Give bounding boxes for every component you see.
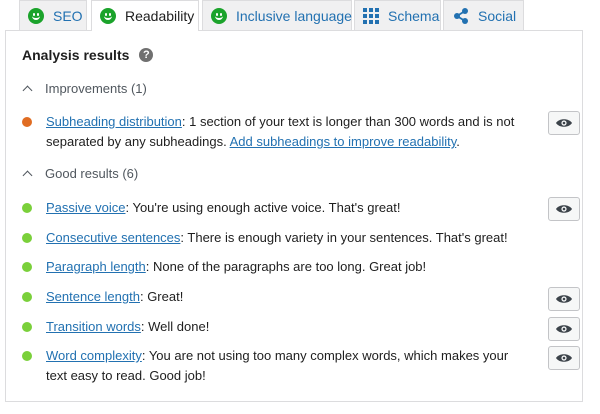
result-link[interactable]: Paragraph length [46, 259, 146, 274]
result-text: Subheading distribution: 1 section of yo… [46, 112, 532, 152]
result-description: : Well done! [140, 319, 210, 334]
tab-label: Readability [125, 8, 195, 24]
smiley-icon [28, 7, 44, 24]
result-text: Passive voice: You're using enough activ… [46, 198, 532, 218]
tab-bar: SEO Readability Inclusive language Schem… [0, 0, 600, 31]
green-bullet-icon [22, 262, 32, 272]
result-text: Consecutive sentences: There is enough v… [46, 228, 532, 248]
orange-bullet-icon [22, 117, 32, 127]
green-bullet-icon [22, 203, 32, 213]
eye-icon [556, 354, 572, 362]
result-link[interactable]: Consecutive sentences [46, 230, 180, 245]
result-link[interactable]: Transition words [46, 319, 141, 334]
green-bullet-icon [22, 351, 32, 361]
tab-schema[interactable]: Schema [354, 0, 441, 30]
highlight-button[interactable] [548, 197, 580, 221]
good-results-label: Good results (6) [45, 166, 139, 181]
result-text: Word complexity: You are not using too m… [46, 346, 532, 386]
result-link[interactable]: Sentence length [46, 289, 140, 304]
result-tail: . [456, 134, 460, 149]
result-subheading-distribution: Subheading distribution: 1 section of yo… [22, 112, 532, 152]
result-passive-voice: Passive voice: You're using enough activ… [22, 198, 532, 218]
result-paragraph-length: Paragraph length: None of the paragraphs… [22, 257, 532, 277]
eye-icon [556, 295, 572, 303]
chevron-up-icon [22, 170, 33, 180]
tab-label: Social [478, 7, 517, 24]
green-bullet-icon [22, 292, 32, 302]
result-sentence-length: Sentence length: Great! [22, 287, 532, 307]
result-description: : There is enough variety in your senten… [180, 230, 508, 245]
help-icon[interactable]: ? [139, 48, 154, 62]
result-text: Transition words: Well done! [46, 317, 532, 337]
add-subheadings-link[interactable]: Add subheadings to improve readability [230, 134, 457, 149]
result-link[interactable]: Subheading distribution [46, 114, 182, 129]
smiley-icon [100, 8, 116, 24]
highlight-button[interactable] [548, 287, 580, 311]
analysis-panel: Analysis results ? Improvements (1) Subh… [5, 30, 583, 402]
result-text: Paragraph length: None of the paragraphs… [46, 257, 532, 277]
tab-inclusive-language[interactable]: Inclusive language [202, 0, 352, 30]
good-results-toggle[interactable]: Good results (6) [22, 166, 138, 181]
result-transition-words: Transition words: Well done! [22, 317, 532, 337]
eye-icon [556, 205, 572, 213]
share-icon [454, 7, 468, 24]
green-bullet-icon [22, 233, 32, 243]
result-text: Sentence length: Great! [46, 287, 532, 307]
improvements-label: Improvements (1) [45, 81, 147, 96]
tab-label: Inclusive language [236, 7, 352, 24]
tab-label: SEO [53, 7, 83, 24]
highlight-button[interactable] [548, 111, 580, 135]
result-description: : You're using enough active voice. That… [125, 200, 401, 215]
result-word-complexity: Word complexity: You are not using too m… [22, 346, 532, 386]
result-description: : Great! [139, 289, 184, 304]
result-description: : None of the paragraphs are too long. G… [145, 259, 427, 274]
tab-seo[interactable]: SEO [19, 0, 87, 30]
result-consecutive-sentences: Consecutive sentences: There is enough v… [22, 228, 532, 248]
green-bullet-icon [22, 322, 32, 332]
grid-icon [363, 7, 379, 24]
smiley-icon [211, 7, 227, 24]
highlight-button[interactable] [548, 317, 580, 341]
tab-social[interactable]: Social [443, 0, 524, 30]
chevron-up-icon [22, 85, 33, 95]
eye-icon [556, 325, 572, 333]
tab-label: Schema [388, 7, 440, 24]
highlight-button[interactable] [548, 346, 580, 370]
tab-readability[interactable]: Readability [91, 0, 199, 31]
result-link[interactable]: Passive voice [46, 200, 125, 215]
eye-icon [556, 119, 572, 127]
improvements-toggle[interactable]: Improvements (1) [22, 81, 147, 96]
panel-title: Analysis results [22, 47, 130, 63]
analysis-heading: Analysis results ? [22, 47, 154, 63]
result-link[interactable]: Word complexity [46, 348, 142, 363]
